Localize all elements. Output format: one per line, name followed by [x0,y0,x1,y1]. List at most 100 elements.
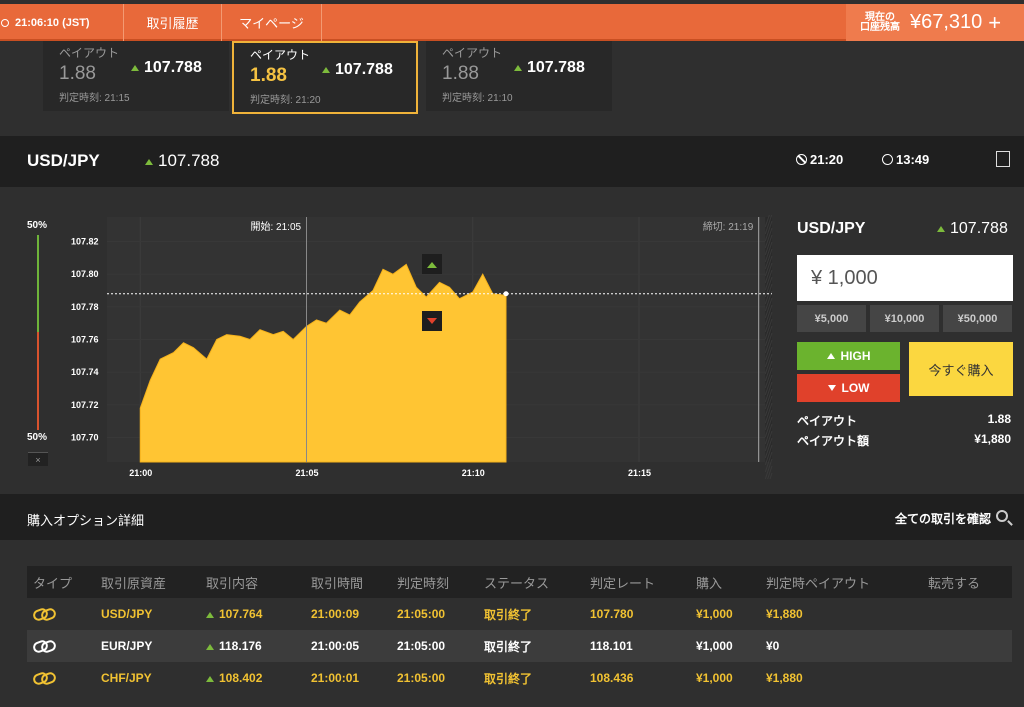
option-card-2115[interactable]: ペイアウト 1.88 107.788 判定時刻: 21:15 [43,41,229,111]
col-time: 取引時間 [311,575,364,591]
row-payout: ¥0 [766,639,780,653]
popout-window-icon[interactable] [996,151,1010,167]
arrow-up-icon [322,66,330,73]
card-payout-value: 1.88 [59,63,96,84]
y-tick-label: 107.82 [71,237,99,247]
card-rate-value: 107.788 [144,59,202,76]
link-icon [33,607,55,619]
x-axis: 21:00 21:05 21:10 21:15 [129,468,651,478]
table-row[interactable]: CHF/JPY 108.402 21:00:01 21:05:00 取引終了 1… [27,662,1012,694]
y-tick-label: 107.80 [71,269,99,279]
col-asset: 取引原資産 [101,575,167,591]
payout-amount-value: ¥1,880 [974,432,1011,446]
col-resell: 転売する [928,575,981,591]
panel-rate: 107.788 [937,220,1008,238]
row-rate: 118.101 [590,639,633,653]
quick-amount-50000[interactable]: ¥50,000 [943,305,1012,332]
current-rate-dot [503,291,509,297]
payout-amount-label: ペイアウト額 [797,434,870,448]
row-status: 取引終了 [484,639,533,654]
link-icon [33,639,55,651]
x-tick-label: 21:05 [296,468,319,478]
card-payout-value: 1.88 [442,63,479,84]
nav-my-page[interactable]: マイページ [222,4,322,41]
server-time: 21:06:10 (JST) [15,16,90,29]
high-button[interactable]: HIGH [797,342,900,370]
search-icon[interactable] [996,510,1008,522]
row-time: 21:00:09 [311,607,360,621]
card-judge-time: 判定時刻: 21:20 [250,95,321,106]
hatch-zone [765,217,772,462]
amount-input[interactable] [797,255,1013,301]
table-row[interactable]: EUR/JPY 118.176 21:00:05 21:05:00 取引終了 1… [27,630,1012,662]
row-content-value: 108.402 [219,671,263,685]
remaining-time: 13:49 [882,152,929,167]
col-payout: 判定時ペイアウト [766,575,871,591]
link-icon [33,671,55,683]
row-payout: ¥1,880 [766,607,803,621]
panel-pair: USD/JPY [797,220,866,237]
payout-value: 1.88 [987,412,1011,426]
history-clock-icon [882,154,893,165]
option-card-2110[interactable]: ペイアウト 1.88 107.788 判定時刻: 21:10 [426,41,612,111]
arrow-up-icon [145,158,153,165]
col-buy: 購入 [696,575,723,591]
payout-amount-row: ペイアウト額 ¥1,880 [797,432,1013,449]
row-buy: ¥1,000 [696,607,733,621]
row-content: 108.402 [206,671,311,685]
expiry-icon [796,154,807,165]
row-asset: USD/JPY [101,607,153,621]
x-tick-label: 21:10 [462,468,485,478]
row-content: 118.176 [206,639,311,653]
sentiment-low-bar [37,332,39,430]
row-rate: 107.780 [590,607,634,621]
balance-value: ¥67,310 [910,11,983,33]
deposit-plus-button[interactable]: + [988,10,1001,36]
arrow-up-icon [206,611,214,618]
arrow-up-icon [826,353,835,359]
card-rate: 107.788 [131,59,202,77]
expiry-time: 21:20 [796,152,843,167]
payout-label: ペイアウト [797,414,858,428]
balance-label-line1: 現在の [865,11,895,23]
row-time: 21:00:01 [311,671,360,685]
row-judge: 21:05:00 [397,671,446,685]
quick-amount-10000[interactable]: ¥10,000 [870,305,939,332]
row-content-value: 107.764 [219,607,263,621]
card-payout-value: 1.88 [250,65,287,86]
table-row[interactable]: USD/JPY 107.764 21:00:09 21:05:00 取引終了 1… [27,598,1012,630]
quick-amount-5000[interactable]: ¥5,000 [797,305,866,332]
buy-now-button[interactable]: 今すぐ購入 [909,342,1013,396]
arrow-down-icon [827,385,836,391]
remaining-value: 13:49 [896,152,930,167]
view-all-trades-link[interactable]: 全ての取引を確認 [895,510,991,527]
nav-trade-history[interactable]: 取引履歴 [124,4,222,41]
row-content: 107.764 [206,607,311,621]
sentiment-low-percent: 50% [27,432,48,443]
server-clock: 21:06:10 (JST) [0,4,124,41]
low-label: LOW [841,381,870,395]
col-rate: 判定レート [590,575,656,591]
panel-rate-value: 107.788 [950,220,1008,237]
option-card-2120[interactable]: ペイアウト 1.88 107.788 判定時刻: 21:20 [232,41,418,114]
row-content-value: 118.176 [219,639,262,653]
start-label: 開始: 21:05 [251,220,302,233]
card-judge-time: 判定時刻: 21:10 [442,93,513,104]
pair-name: USD/JPY [27,151,100,170]
col-status: ステータス [484,575,550,591]
row-judge: 21:05:00 [397,639,446,653]
details-title: 購入オプション詳細 [27,513,145,528]
sentiment-close-button[interactable]: × [28,452,48,466]
y-tick-label: 107.76 [71,335,99,345]
expiry-value: 21:20 [810,152,844,167]
low-button[interactable]: LOW [797,374,900,402]
account-balance: 現在の 口座残高 ¥67,310 + [846,4,1024,41]
row-asset: CHF/JPY [101,671,152,685]
card-judge-time: 判定時刻: 21:15 [59,93,130,104]
x-tick-label: 21:00 [129,468,152,478]
y-tick-label: 107.74 [71,367,99,377]
arrow-up-icon [131,64,139,71]
pair-header: USD/JPY 107.788 21:20 13:49 [0,136,1024,187]
table-header: タイプ 取引原資産 取引内容 取引時間 判定時刻 ステータス 判定レート 購入 … [27,566,1012,598]
col-type: タイプ [33,575,73,591]
